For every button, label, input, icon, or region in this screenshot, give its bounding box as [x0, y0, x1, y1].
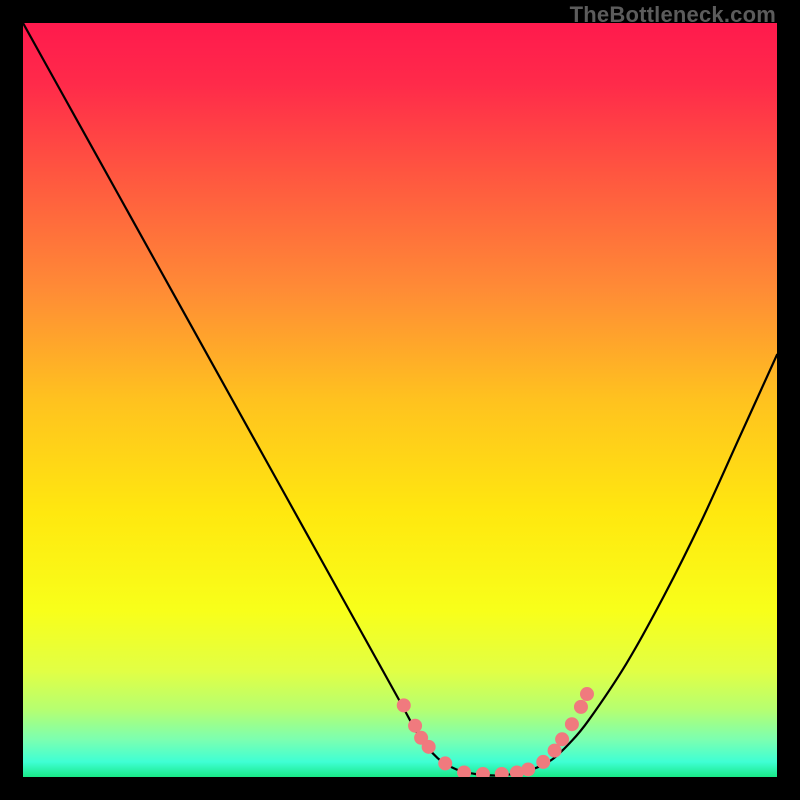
highlight-dot — [458, 766, 471, 777]
bottleneck-chart — [23, 23, 777, 777]
highlight-dot — [422, 740, 435, 753]
highlight-dot — [574, 700, 587, 713]
highlight-dot — [580, 688, 593, 701]
highlight-dot — [510, 766, 523, 777]
highlight-dot — [556, 733, 569, 746]
highlight-dot — [537, 755, 550, 768]
highlight-dot — [476, 767, 489, 777]
highlight-dot — [495, 767, 508, 777]
highlight-dot — [397, 699, 410, 712]
gradient-background — [23, 23, 777, 777]
highlight-dot — [409, 719, 422, 732]
highlight-dot — [565, 718, 578, 731]
highlight-dot — [522, 763, 535, 776]
chart-frame — [23, 23, 777, 777]
highlight-dot — [439, 757, 452, 770]
highlight-dot — [548, 744, 561, 757]
